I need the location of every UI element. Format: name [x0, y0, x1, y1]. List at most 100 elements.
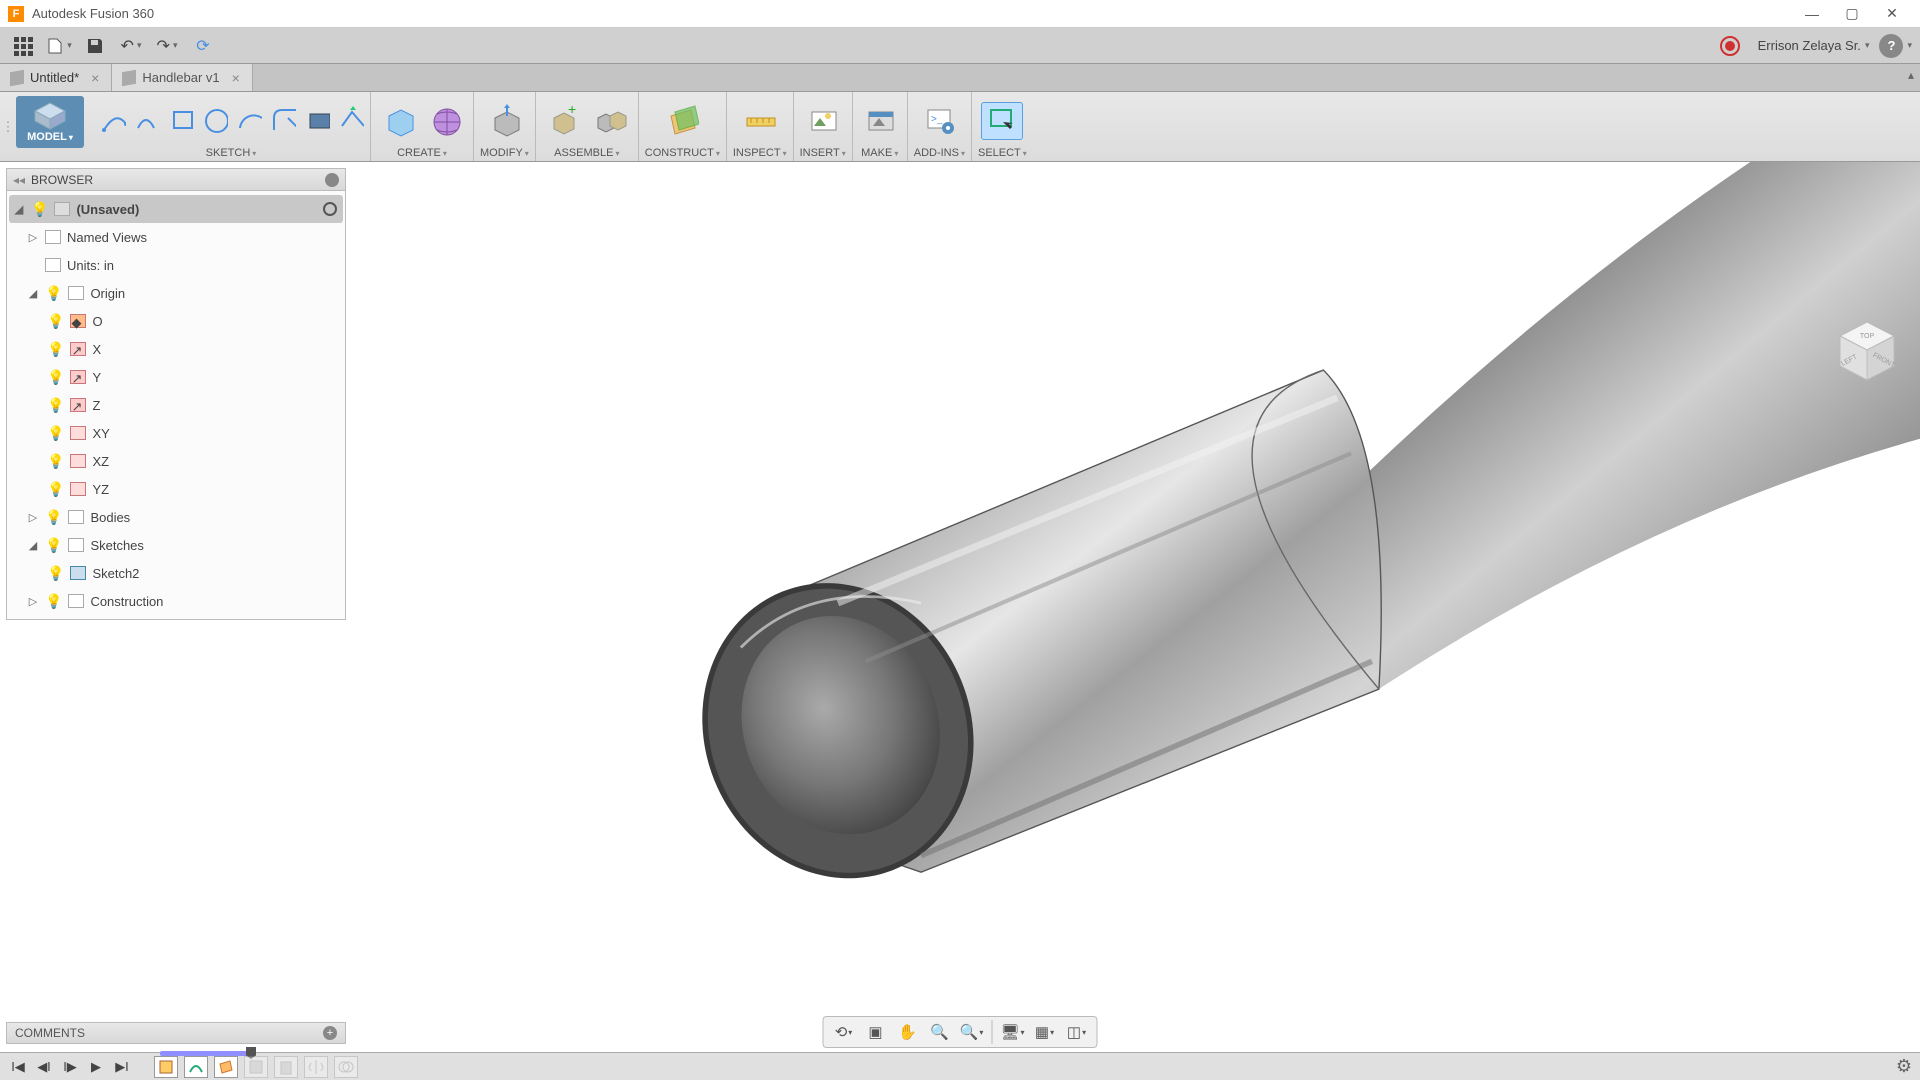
pan-button[interactable]: ✋ [894, 1020, 922, 1044]
rectangle-tool-icon[interactable] [166, 102, 194, 140]
look-at-button[interactable]: ▣ [862, 1020, 890, 1044]
tree-origin-xz[interactable]: 💡XZ [9, 447, 343, 475]
maximize-button[interactable]: ▢ [1832, 2, 1872, 26]
help-button[interactable]: ? [1879, 34, 1903, 58]
bodies-label: Bodies [90, 510, 130, 525]
assemble-group-label[interactable]: ASSEMBLE [554, 147, 619, 159]
make-group-label[interactable]: MAKE [861, 147, 898, 159]
tree-bodies[interactable]: ▷💡Bodies [9, 503, 343, 531]
zoom-button[interactable]: 🔍 [926, 1020, 954, 1044]
tree-named-views[interactable]: ▷Named Views [9, 223, 343, 251]
trim-tool-icon[interactable] [302, 102, 330, 140]
tree-origin-x[interactable]: 💡↗X [9, 335, 343, 363]
expand-tabs-icon[interactable]: ▴ [1908, 68, 1914, 82]
tree-units[interactable]: Units: in [9, 251, 343, 279]
redo-button[interactable]: ↷ [152, 32, 182, 60]
plane-icon[interactable] [661, 102, 703, 140]
scripts-icon[interactable]: >_ [918, 102, 960, 140]
sketch-group-label[interactable]: SKETCH [206, 147, 257, 159]
tree-construction[interactable]: ▷💡Construction [9, 587, 343, 615]
stop-sketch-icon[interactable] [336, 102, 364, 140]
tree-origin[interactable]: ◢💡Origin [9, 279, 343, 307]
timeline-step-back-button[interactable]: ◀I [34, 1057, 54, 1077]
tree-origin-y[interactable]: 💡↗Y [9, 363, 343, 391]
tree-origin-o[interactable]: 💡◆O [9, 307, 343, 335]
timeline-feature-sweep[interactable] [184, 1056, 208, 1078]
activate-root-icon[interactable] [323, 202, 337, 216]
tree-root[interactable]: ◢💡 (Unsaved) [9, 195, 343, 223]
timeline-feature-combine[interactable] [334, 1056, 358, 1078]
new-component-icon[interactable]: + [542, 102, 584, 140]
timeline-end-button[interactable]: ▶I [112, 1057, 132, 1077]
insert-group-label[interactable]: INSERT [800, 147, 846, 159]
timeline-feature-sketch2[interactable] [244, 1056, 268, 1078]
origin-o-label: O [92, 314, 102, 329]
refresh-button[interactable]: ⟳ [188, 32, 218, 60]
timeline-step-fwd-button[interactable]: I▶ [60, 1057, 80, 1077]
print-3d-icon[interactable] [859, 102, 901, 140]
construct-group-label[interactable]: CONSTRUCT [645, 147, 720, 159]
timeline-feature-extrude[interactable] [274, 1056, 298, 1078]
select-group-label[interactable]: SELECT [978, 147, 1027, 159]
minimize-button[interactable]: — [1792, 2, 1832, 26]
box-tool-icon[interactable] [377, 102, 419, 140]
data-panel-button[interactable] [8, 32, 38, 60]
undo-button[interactable]: ↶ [116, 32, 146, 60]
named-views-label: Named Views [67, 230, 147, 245]
timeline-track[interactable] [160, 1051, 250, 1056]
insert-decal-icon[interactable] [802, 102, 844, 140]
fillet-tool-icon[interactable] [268, 102, 296, 140]
line-tool-icon[interactable] [98, 102, 126, 140]
tree-origin-xy[interactable]: 💡XY [9, 419, 343, 447]
workspace-selector[interactable]: MODEL [16, 96, 84, 148]
tree-sketch2[interactable]: 💡Sketch2 [9, 559, 343, 587]
close-button[interactable]: ✕ [1872, 2, 1912, 26]
form-tool-icon[interactable] [425, 102, 467, 140]
timeline-settings-icon[interactable]: ⚙ [1896, 1056, 1912, 1077]
spline-tool-icon[interactable] [132, 102, 160, 140]
units-label: Units: in [67, 258, 114, 273]
doc-icon [10, 69, 24, 85]
circle-tool-icon[interactable] [200, 102, 228, 140]
close-tab-icon[interactable]: × [232, 70, 240, 86]
tree-origin-z[interactable]: 💡↗Z [9, 391, 343, 419]
measure-icon[interactable] [739, 102, 781, 140]
arc-tool-icon[interactable] [234, 102, 262, 140]
timeline-play-button[interactable]: ▶ [86, 1057, 106, 1077]
file-menu-button[interactable] [44, 32, 74, 60]
browser-header[interactable]: ◂◂ BROWSER [7, 169, 345, 191]
addins-group-label[interactable]: ADD-INS [914, 147, 965, 159]
create-group-label[interactable]: CREATE [397, 147, 447, 159]
timeline-feature-plane[interactable] [214, 1056, 238, 1078]
tab-untitled[interactable]: Untitled* × [0, 64, 112, 91]
save-button[interactable] [80, 32, 110, 60]
tree-origin-yz[interactable]: 💡YZ [9, 475, 343, 503]
grid-settings-button[interactable]: ▦ [1031, 1020, 1059, 1044]
sketches-label: Sketches [90, 538, 143, 553]
workspace-label: MODEL [27, 131, 73, 143]
modify-group-label[interactable]: MODIFY [480, 147, 529, 159]
display-settings-button[interactable]: 🖥 [999, 1020, 1027, 1044]
comments-panel-header[interactable]: COMMENTS + [6, 1022, 346, 1044]
browser-tree: ◢💡 (Unsaved) ▷Named Views Units: in ◢💡Or… [7, 191, 345, 619]
user-menu[interactable]: Errison Zelaya Sr. [1758, 38, 1870, 53]
view-cube[interactable]: TOP LEFT FRONT [1828, 314, 1906, 392]
inspect-group-label[interactable]: INSPECT [733, 147, 787, 159]
add-comment-icon[interactable]: + [323, 1026, 337, 1040]
timeline-feature-sketch1[interactable] [154, 1056, 178, 1078]
record-button[interactable] [1720, 36, 1740, 56]
ribbon-grip[interactable]: ⋮ [4, 92, 12, 161]
viewport-layout-button[interactable]: ◫ [1063, 1020, 1091, 1044]
timeline-feature-mirror[interactable] [304, 1056, 328, 1078]
browser-options-icon[interactable] [325, 173, 339, 187]
select-tool-icon[interactable] [981, 102, 1023, 140]
close-tab-icon[interactable]: × [91, 70, 99, 86]
tab-handlebar[interactable]: Handlebar v1 × [112, 64, 253, 91]
timeline-start-button[interactable]: I◀ [8, 1057, 28, 1077]
joint-icon[interactable] [590, 102, 632, 140]
press-pull-icon[interactable] [483, 102, 525, 140]
collapse-browser-icon[interactable]: ◂◂ [13, 173, 25, 187]
orbit-button[interactable]: ⟲ [830, 1020, 858, 1044]
tree-sketches[interactable]: ◢💡Sketches [9, 531, 343, 559]
fit-button[interactable]: 🔍 [958, 1020, 986, 1044]
